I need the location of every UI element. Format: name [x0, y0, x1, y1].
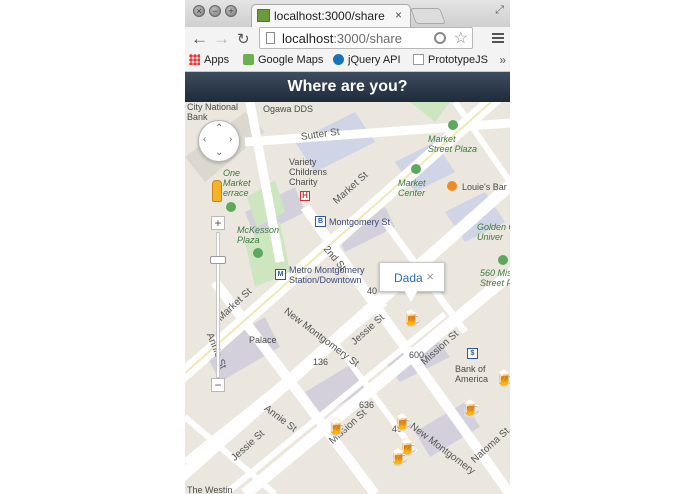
park-icon: [498, 255, 508, 265]
street-number: 136: [313, 357, 329, 367]
park-icon: [411, 164, 421, 174]
reload-icon[interactable]: ↻: [237, 30, 250, 48]
page-icon: [413, 54, 424, 65]
bookmark-jquery-api[interactable]: jQuery API: [333, 54, 401, 66]
menu-icon[interactable]: [492, 33, 504, 43]
zoom-slider-track[interactable]: [216, 232, 220, 378]
bank-icon: $: [467, 348, 478, 359]
info-window-text[interactable]: Dada: [394, 271, 423, 285]
favicon-icon: [257, 9, 270, 22]
address-bar[interactable]: localhost:3000/share ☆: [259, 27, 473, 49]
zoom-slider-thumb[interactable]: [210, 256, 226, 264]
map[interactable]: City National Bank Ogawa DDS Sutter St M…: [185, 102, 510, 494]
window-zoom-icon[interactable]: +: [225, 5, 237, 17]
beer-marker-icon[interactable]: 🍺: [388, 449, 409, 466]
restaurant-icon: [447, 181, 457, 191]
browser-window: × − + localhost:3000/share × ⤢ ← → ↻ loc…: [185, 0, 510, 494]
park-icon: [253, 248, 263, 258]
location-target-icon[interactable]: [434, 32, 446, 44]
google-maps-icon: [243, 54, 254, 65]
jquery-icon: [333, 54, 344, 65]
fullscreen-icon[interactable]: ⤢: [495, 4, 504, 17]
map-label: Market Street Plaza: [428, 134, 478, 154]
browser-tab[interactable]: localhost:3000/share ×: [251, 4, 411, 27]
new-tab-button[interactable]: [410, 8, 446, 24]
window-minimize-icon[interactable]: −: [209, 5, 221, 17]
pan-control[interactable]: ⌃ ⌄ ‹ ›: [198, 120, 240, 162]
beer-marker-icon[interactable]: 🍺: [326, 419, 347, 436]
close-icon[interactable]: ×: [426, 269, 434, 284]
map-label: Montgomery St: [329, 217, 391, 227]
park-icon: [226, 202, 236, 212]
bookmark-star-icon[interactable]: ☆: [454, 28, 468, 48]
pan-left-icon[interactable]: ‹: [203, 134, 206, 145]
street-number: 600: [409, 350, 425, 360]
beer-marker-icon[interactable]: 🍺: [460, 400, 481, 417]
page-header: Where are you?: [185, 72, 510, 102]
bookmarks-more-icon[interactable]: »: [499, 53, 506, 67]
map-label: Louie's Bar: [462, 182, 507, 192]
bart-station-icon: B: [315, 216, 326, 227]
pan-right-icon[interactable]: ›: [229, 134, 232, 145]
map-label: One Market errace: [223, 168, 251, 198]
tab-strip: × − + localhost:3000/share × ⤢: [185, 0, 510, 28]
bookmark-prototypejs[interactable]: PrototypeJS: [413, 54, 488, 66]
pan-up-icon[interactable]: ⌃: [215, 123, 223, 134]
street-number: 40: [367, 286, 378, 296]
page-icon: [266, 32, 275, 44]
beer-marker-icon[interactable]: 🍺: [392, 414, 413, 431]
window-close-icon[interactable]: ×: [193, 5, 205, 17]
street-view-pegman-icon[interactable]: [212, 180, 222, 202]
map-label: Variety Childrens Charity: [289, 157, 328, 187]
beer-marker-icon[interactable]: 🍺: [494, 370, 510, 387]
map-label: Palace: [249, 335, 277, 345]
apps-icon: [189, 54, 200, 65]
map-label: Golden G Univer: [477, 222, 510, 242]
map-label: Bank of America: [455, 364, 489, 384]
map-label: McKesson Plaza: [237, 225, 280, 245]
url-text: localhost:3000/share: [282, 31, 402, 46]
hospital-icon: H: [300, 191, 310, 201]
map-label: The Westin: [187, 485, 233, 494]
park-icon: [448, 120, 458, 130]
metro-station-icon: M: [275, 269, 286, 280]
bookmarks-bar: Apps Google Maps jQuery API PrototypeJS …: [185, 51, 510, 72]
bookmark-google-maps[interactable]: Google Maps: [243, 54, 323, 66]
zoom-in-button[interactable]: +: [211, 216, 225, 230]
zoom-out-button[interactable]: −: [211, 378, 225, 392]
map-label: City National Bank: [187, 102, 239, 122]
info-window: Dada ×: [379, 262, 445, 302]
beer-marker-icon[interactable]: 🍺: [401, 310, 422, 327]
street-number: 636: [359, 400, 375, 410]
map-label: Ogawa DDS: [263, 104, 314, 114]
map-label: Metro Montgomery Station/Downtown: [289, 265, 365, 285]
map-label: Market Center: [398, 178, 426, 198]
pan-down-icon[interactable]: ⌄: [215, 147, 223, 158]
bookmark-apps[interactable]: Apps: [189, 54, 229, 66]
tab-title: localhost:3000/share: [274, 9, 385, 23]
forward-icon[interactable]: →: [213, 29, 230, 49]
map-label: 560 Missi Street P: [480, 268, 510, 288]
tab-close-icon[interactable]: ×: [395, 8, 402, 22]
back-icon[interactable]: ←: [191, 29, 208, 49]
browser-toolbar: ← → ↻ localhost:3000/share ☆: [185, 27, 510, 51]
